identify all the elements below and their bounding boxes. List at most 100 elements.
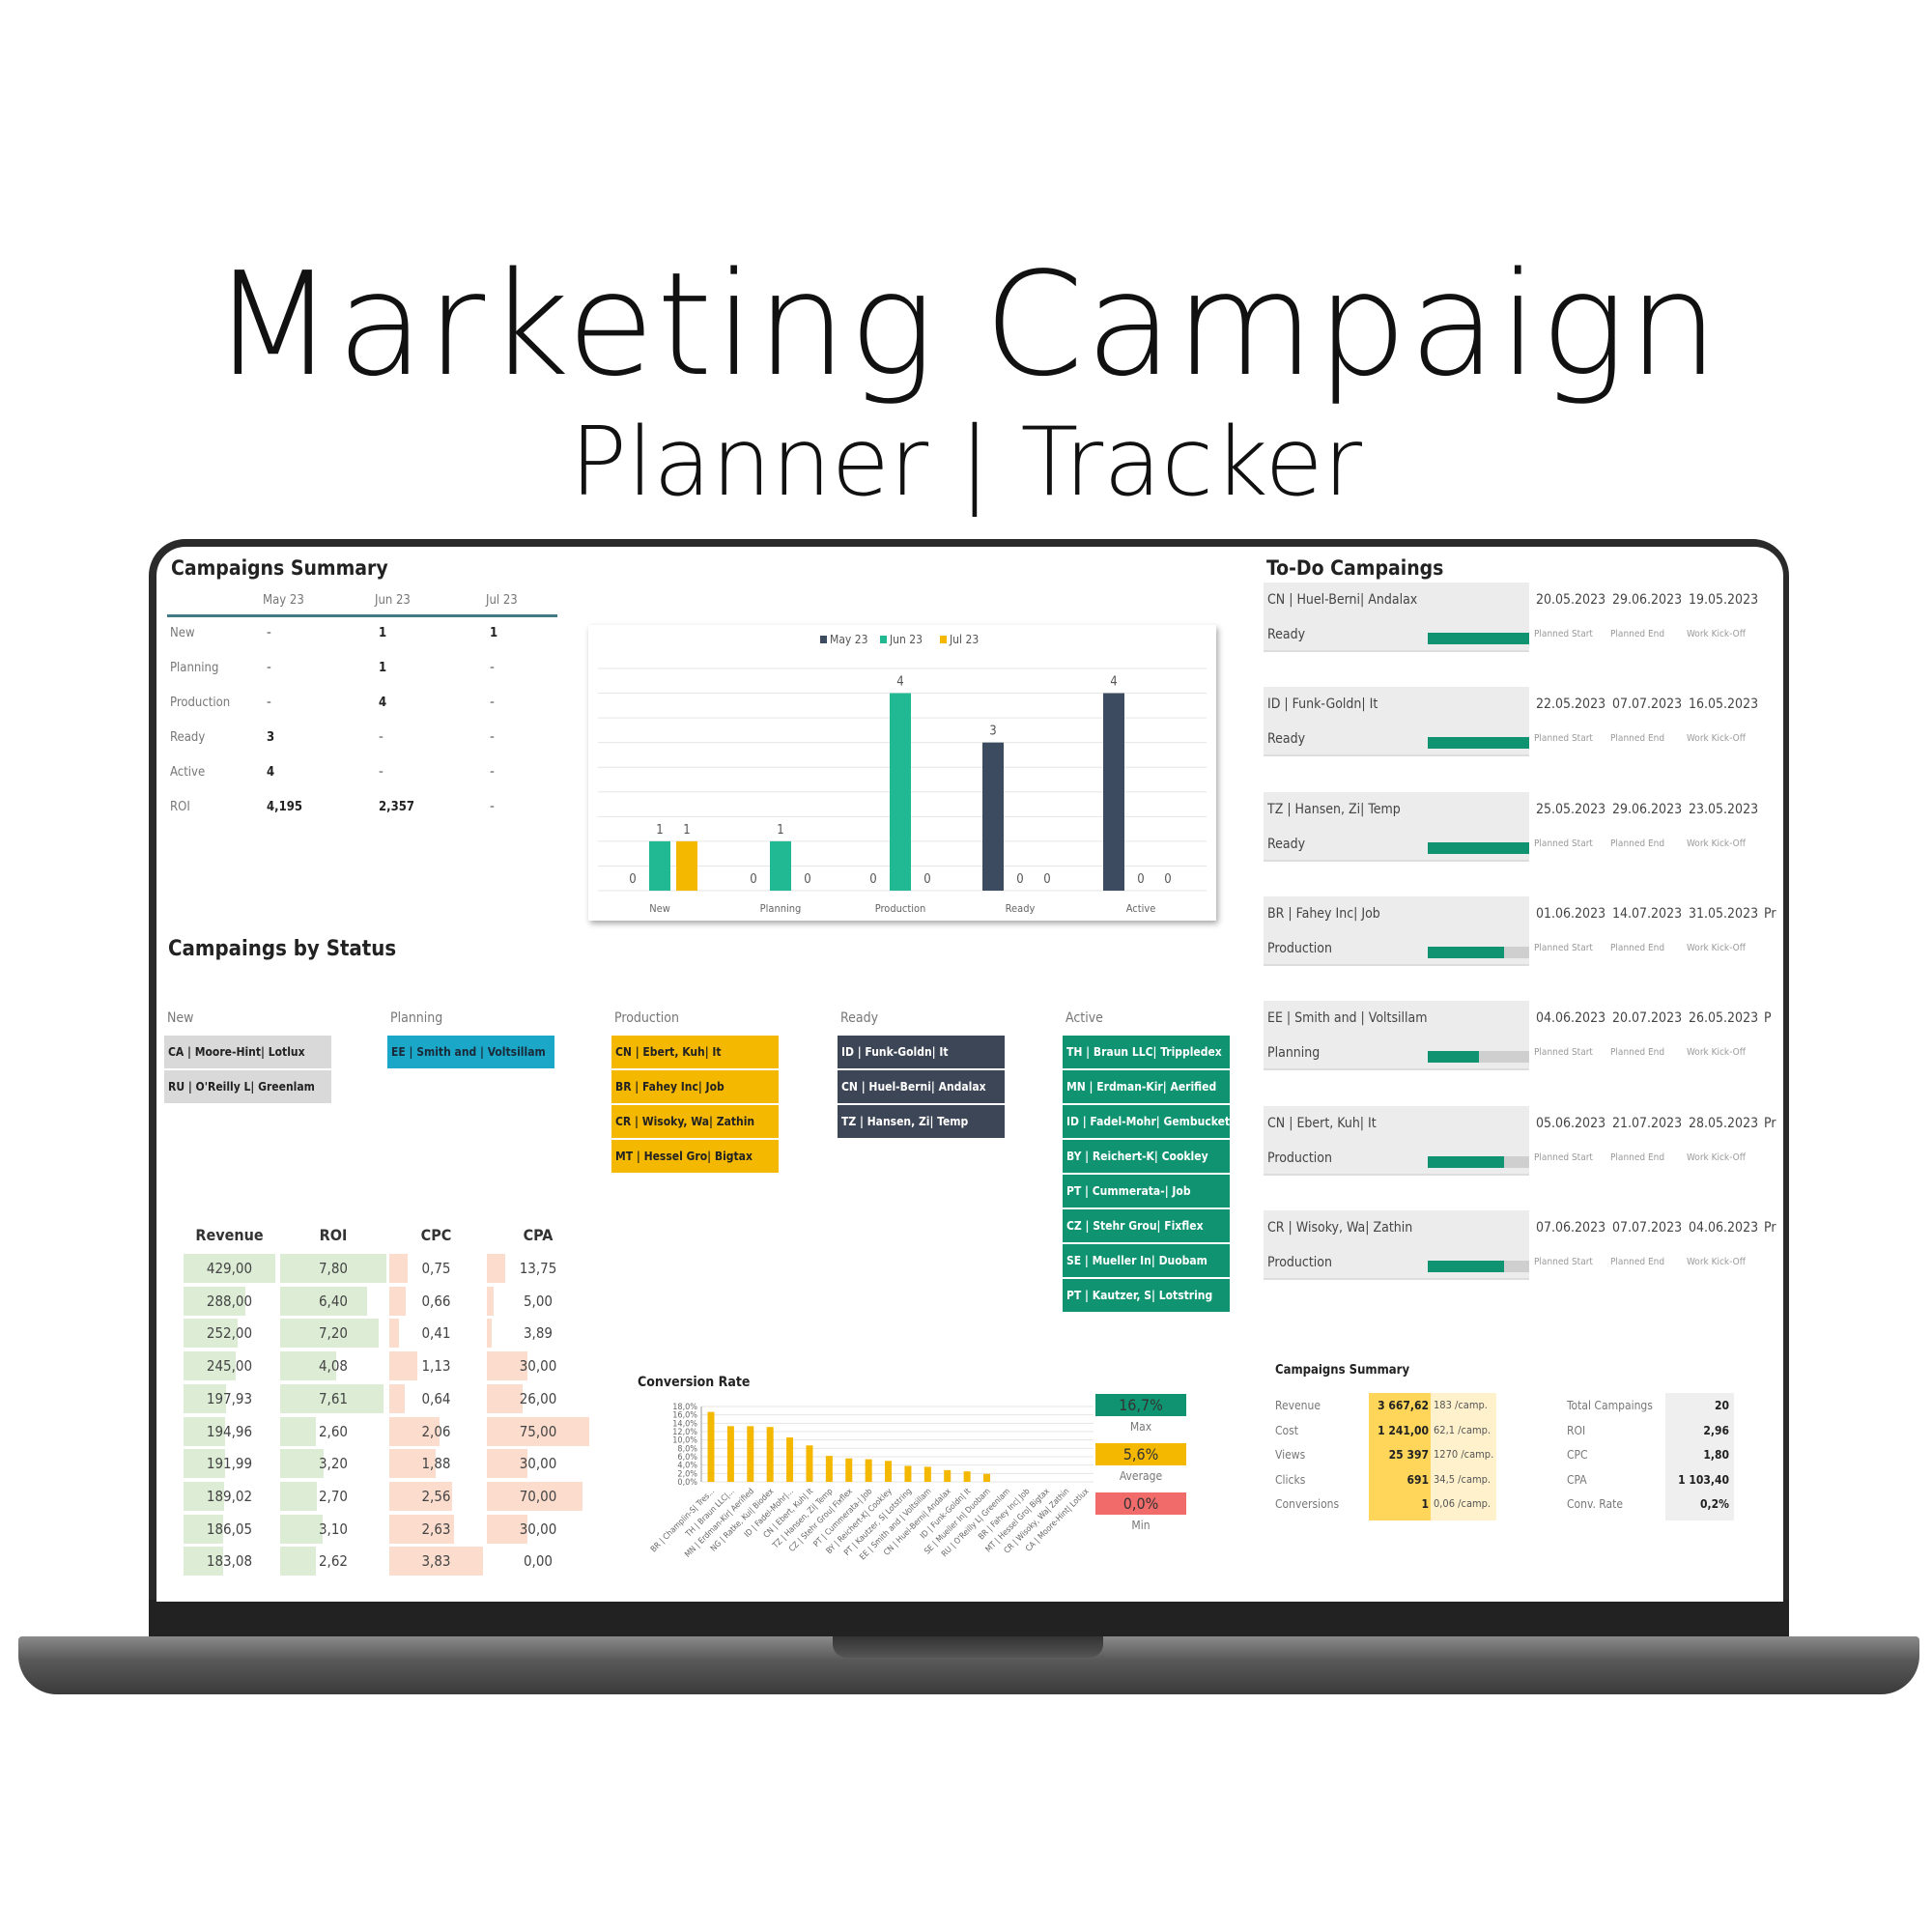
progress-fill [1428, 946, 1504, 958]
legend-swatch [820, 636, 827, 643]
status-card[interactable]: MT | Hessel Gro| Bigtax [611, 1140, 779, 1173]
bar-value-label: 0 [869, 872, 876, 887]
bar [676, 840, 697, 891]
x-tick-label: Planning [760, 902, 802, 915]
todo-date-label: Planned Start [1534, 733, 1593, 745]
todo-status: Ready [1267, 731, 1306, 748]
conversion-bar [944, 1469, 952, 1482]
todo-extra: P [1764, 1010, 1772, 1027]
status-card[interactable]: CZ | Stehr Grou| Fixflex [1063, 1209, 1230, 1242]
metrics-cell: 0,64 [421, 1389, 451, 1407]
todo-date: 07.06.2023 [1536, 1219, 1606, 1236]
bar [1103, 693, 1124, 891]
status-column-header: Planning [390, 1010, 443, 1026]
x-tick-label: Ready [1006, 902, 1036, 915]
kpi-value: 5,6% [1095, 1443, 1186, 1465]
bar-value-label: 1 [656, 823, 663, 838]
status-card[interactable]: TZ | Hansen, Zi| Temp [838, 1105, 1005, 1138]
metrics-cell: 2,60 [318, 1422, 349, 1440]
status-card[interactable]: SE | Mueller In| Duobam [1063, 1244, 1230, 1277]
bar [649, 840, 670, 891]
conversion-bar [923, 1466, 931, 1482]
summary-cell: 3 [267, 730, 275, 745]
todo-date-label: Work Kick-Off [1687, 1256, 1746, 1267]
todo-date-label: Planned End [1610, 942, 1665, 953]
summary-row-label: Ready [170, 730, 206, 745]
status-card[interactable]: PT | Cummerata-| Job [1063, 1175, 1230, 1208]
metrics-cell: 429,00 [206, 1260, 253, 1277]
summary-cell: - [490, 696, 495, 710]
todo-date: 04.06.2023 [1536, 1010, 1606, 1027]
status-card[interactable]: CN | Huel-Berni| Andalax [838, 1070, 1005, 1103]
todo-status: Ready [1267, 627, 1306, 642]
conversion-bar [885, 1461, 893, 1482]
conversion-bar [983, 1473, 991, 1482]
y-tick-label: 16,0% [672, 1411, 697, 1421]
todo-name: TZ | Hansen, Zi| Temp [1267, 801, 1401, 817]
progress-fill [1428, 1155, 1504, 1168]
summary-cell: 1 [490, 626, 498, 640]
status-card[interactable]: CR | Wisoky, Wa| Zathin [611, 1105, 779, 1138]
todo-date: 05.06.2023 [1536, 1115, 1606, 1131]
summary-row-label: Production [170, 696, 231, 710]
conversion-title: Conversion Rate [638, 1375, 751, 1390]
todo-date: 25.05.2023 [1536, 801, 1606, 817]
status-bar-chart-svg: May 23 Jun 23 Jul 23 New 0 1 1 Planning 0 1 0 Produ… [598, 633, 1207, 915]
page-subtitle: Planner | Tracker [569, 408, 1363, 518]
todo-name: CN | Ebert, Kuh| It [1267, 1115, 1377, 1131]
todo-date-label: Work Kick-Off [1687, 838, 1746, 849]
summary-cell: - [379, 730, 384, 745]
y-tick-label: 2,0% [677, 1469, 697, 1479]
x-tick-label: New [649, 902, 670, 915]
bar-value-label: 4 [896, 675, 903, 690]
totals-per-campaign: 62,1 /camp. [1434, 1423, 1492, 1436]
status-card[interactable]: ID | Fadel-Mohr| Gembucket [1063, 1105, 1230, 1138]
y-tick-label: 4,0% [677, 1462, 697, 1471]
todo-status: Planning [1267, 1045, 1321, 1062]
legend-label: Jun 23 [889, 633, 923, 646]
status-card[interactable]: CA | Moore-Hint| Lotlux [164, 1036, 331, 1068]
status-card[interactable]: BY | Reichert-K| Cookley [1063, 1140, 1230, 1173]
metrics-header: Revenue [195, 1226, 264, 1244]
bar-value-label: 0 [1164, 872, 1171, 887]
status-card[interactable]: ID | Funk-Goldn| It [838, 1036, 1005, 1068]
todo-date-label: Work Kick-Off [1687, 733, 1746, 745]
todo-date: 21.07.2023 [1612, 1115, 1683, 1131]
status-column-header: New [167, 1010, 194, 1026]
conversion-bar [766, 1427, 774, 1482]
todo-date: 29.06.2023 [1612, 592, 1683, 608]
status-card[interactable]: CN | Ebert, Kuh| It [611, 1036, 779, 1068]
status-card[interactable]: BR | Fahey Inc| Job [611, 1070, 779, 1103]
progress-fill [1428, 737, 1529, 750]
conversion-bar [707, 1411, 715, 1482]
status-card[interactable]: PT | Kautzer, S| Lotstring [1063, 1279, 1230, 1312]
metrics-cell: 197,93 [206, 1389, 253, 1407]
summary-cell: - [379, 765, 384, 780]
status-card[interactable]: TH | Braun LLC| Trippledex [1063, 1036, 1230, 1068]
metrics-cell: 30,00 [519, 1455, 557, 1473]
bar-value-label: 1 [777, 823, 783, 838]
summary-row-label: ROI [170, 800, 190, 814]
todo-date: 04.06.2023 [1689, 1219, 1759, 1236]
todo-date-label: Planned End [1610, 629, 1665, 639]
status-card[interactable]: EE | Smith and | Voltsillam [387, 1036, 554, 1068]
todo-date: 31.05.2023 [1689, 905, 1759, 922]
legend-label: May 23 [830, 633, 867, 646]
metrics-header: CPA [523, 1226, 554, 1244]
totals-per-campaign: 34,5 /camp. [1434, 1472, 1492, 1486]
todo-date-label: Planned Start [1534, 1256, 1593, 1267]
metrics-cell: 194,96 [206, 1422, 253, 1440]
x-tick-label: Production [875, 902, 926, 915]
laptop-notch [833, 1636, 1103, 1658]
x-tick-label: Active [1126, 902, 1156, 915]
todo-status: Production [1267, 1254, 1332, 1270]
status-card[interactable]: RU | O'Reilly L| Greenlam [164, 1070, 331, 1103]
todo-date-label: Planned End [1610, 1047, 1665, 1059]
todo-status: Production [1267, 1150, 1332, 1166]
todo-date-label: Planned End [1610, 838, 1665, 849]
todo-name: ID | Funk-Goldn| It [1267, 696, 1378, 713]
status-card[interactable]: MN | Erdman-Kir| Aerified [1063, 1070, 1230, 1103]
status-column-header: Production [614, 1010, 679, 1026]
totals-label: Total Campaings [1567, 1399, 1653, 1412]
y-tick-label: 12,0% [672, 1428, 697, 1437]
